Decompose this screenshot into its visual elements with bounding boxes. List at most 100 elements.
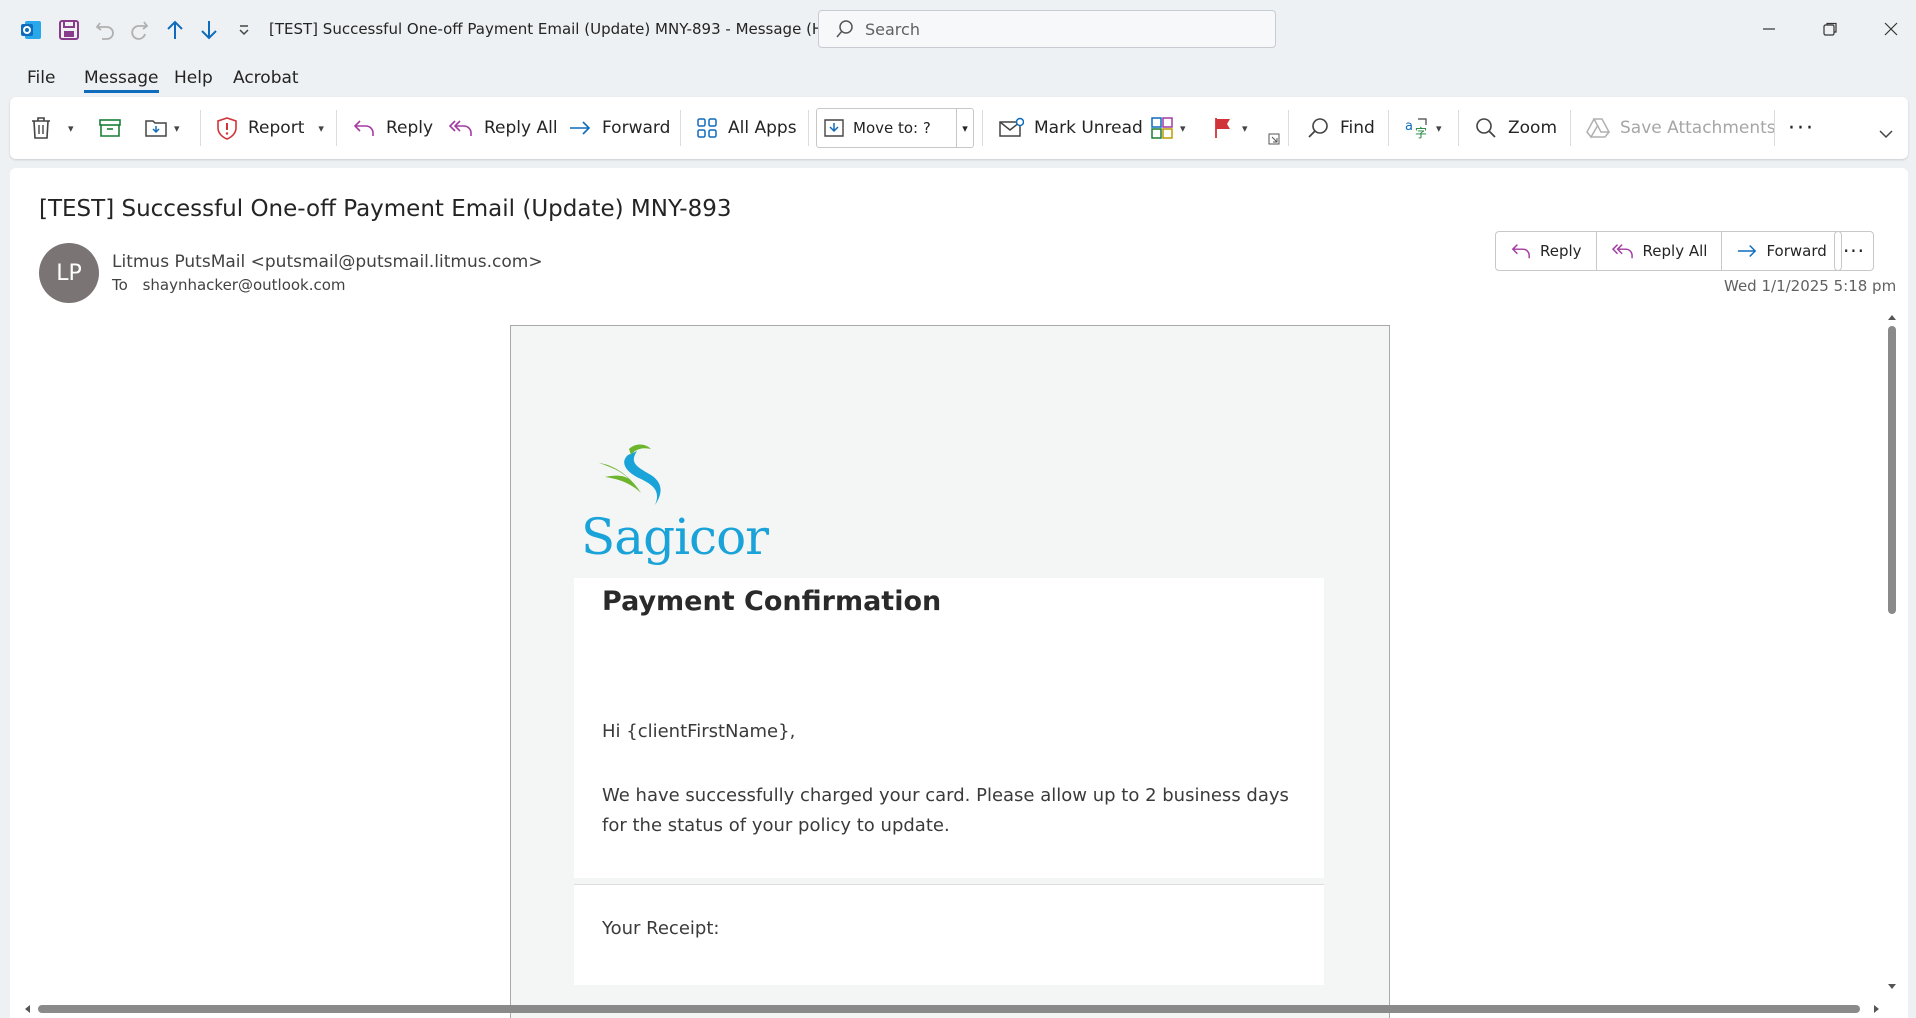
zoom-icon [1476, 118, 1496, 138]
save-icon[interactable] [56, 16, 82, 44]
close-button[interactable] [1876, 14, 1906, 44]
search-input[interactable]: Search [865, 20, 920, 39]
ribbon-separator [1570, 110, 1571, 146]
more-horizontal-icon: ··· [1842, 239, 1866, 263]
message-action-group: Reply Reply All Forward [1495, 231, 1842, 271]
move-to-folder-button[interactable]: ▾ [144, 97, 180, 159]
outlook-app-icon [18, 16, 44, 44]
svg-text:字: 字 [1415, 125, 1427, 140]
categorize-button[interactable]: ▾ [1150, 97, 1186, 159]
recipient-line: To shaynhacker@outlook.com [112, 276, 346, 294]
undo-icon[interactable] [92, 16, 118, 44]
forward-label: Forward [1766, 242, 1827, 260]
chevron-down-icon[interactable]: ▾ [1180, 122, 1186, 135]
collapse-ribbon-button[interactable] [1878, 119, 1904, 149]
next-item-icon[interactable] [196, 16, 222, 44]
move-to-icon [824, 119, 844, 137]
save-attachments-button[interactable]: Save Attachments [1586, 97, 1776, 159]
customize-toolbar-icon[interactable] [232, 16, 256, 44]
reply-all-button[interactable]: Reply All [448, 97, 558, 159]
tab-acrobat[interactable]: Acrobat [233, 68, 299, 88]
all-apps-label: All Apps [728, 118, 797, 138]
body-text: We have successfully charged your card. … [602, 785, 1289, 836]
more-options-button[interactable]: ··· [1788, 97, 1815, 159]
receipt-section-divider [574, 985, 1324, 995]
more-horizontal-icon: ··· [1788, 115, 1815, 141]
reply-all-button[interactable]: Reply All [1597, 232, 1723, 270]
all-apps-button[interactable]: All Apps [696, 97, 797, 159]
greeting-text: Hi {clientFirstName}, [602, 721, 796, 742]
ribbon-separator [200, 110, 201, 146]
forward-button[interactable]: Forward [568, 97, 670, 159]
horizontal-scrollbar[interactable] [20, 1000, 1884, 1018]
reply-button[interactable]: Reply [352, 97, 433, 159]
reply-icon [353, 120, 374, 136]
ribbon-separator [1388, 110, 1389, 146]
save-attachments-label: Save Attachments [1620, 118, 1776, 138]
move-to-label: Move to: ? [853, 119, 931, 137]
ribbon: ▾ ▾ Report ▾ Reply Reply All Forward All… [10, 97, 1908, 159]
mark-unread-label: Mark Unread [1034, 118, 1143, 138]
trash-icon [32, 117, 50, 139]
report-button[interactable]: Report ▾ [216, 97, 324, 159]
report-shield-icon [217, 117, 237, 140]
minimize-button[interactable] [1754, 14, 1784, 44]
ribbon-separator [1774, 110, 1775, 146]
vertical-scrollbar[interactable] [1884, 310, 1900, 1000]
chevron-down-icon[interactable]: ▾ [1436, 122, 1442, 135]
redo-icon[interactable] [126, 16, 152, 44]
reply-all-icon [1611, 244, 1633, 259]
receipt-card: Your Receipt: [574, 885, 1324, 995]
archive-button[interactable] [98, 97, 132, 159]
chevron-down-icon[interactable]: ▾ [318, 122, 324, 135]
tab-message[interactable]: Message [84, 68, 159, 93]
search-icon [1308, 118, 1328, 138]
reply-button[interactable]: Reply [1496, 232, 1597, 270]
forward-button[interactable]: Forward [1722, 232, 1840, 270]
forward-arrow-icon [570, 121, 591, 135]
find-label: Find [1340, 118, 1375, 138]
previous-item-icon[interactable] [162, 16, 188, 44]
recipient-address[interactable]: shaynhacker@outlook.com [143, 276, 346, 294]
translate-icon: a字 [1405, 118, 1427, 140]
zoom-button[interactable]: Zoom [1474, 97, 1557, 159]
flag-icon [1215, 118, 1230, 138]
find-button[interactable]: Find [1306, 97, 1375, 159]
to-label: To [112, 276, 128, 294]
ribbon-separator [808, 110, 809, 146]
chevron-down-icon[interactable]: ▾ [68, 122, 74, 135]
ribbon-separator [680, 110, 681, 146]
more-actions-button[interactable]: ··· [1834, 231, 1874, 271]
reply-all-label: Reply All [484, 118, 558, 138]
delete-button[interactable]: ▾ [30, 97, 74, 159]
svg-text:a: a [1405, 119, 1413, 134]
tab-file[interactable]: File [27, 68, 55, 88]
reply-all-label: Reply All [1642, 242, 1708, 260]
chevron-down-icon [1879, 130, 1893, 139]
report-label: Report [248, 118, 305, 138]
window-title: [TEST] Successful One-off Payment Email … [269, 20, 845, 38]
tags-dialog-launcher[interactable] [1268, 127, 1290, 151]
avatar[interactable]: LP [39, 243, 99, 303]
move-to-dropdown[interactable]: Move to: ? ▾ [816, 108, 974, 148]
dialog-launcher-icon [1268, 133, 1280, 145]
logo-text: Sagicor [581, 508, 769, 566]
translate-button[interactable]: a字 ▾ [1404, 97, 1442, 159]
reply-icon [1511, 244, 1530, 259]
archive-icon [99, 119, 121, 137]
email-body: Sagicor Payment Confirmation Hi {clientF… [510, 325, 1390, 1018]
chevron-down-icon[interactable]: ▾ [956, 109, 973, 147]
chevron-down-icon[interactable]: ▾ [1242, 122, 1248, 135]
follow-up-flag-button[interactable]: ▾ [1212, 97, 1248, 159]
apps-grid-icon [697, 118, 717, 138]
reply-label: Reply [1540, 242, 1582, 260]
receipt-label: Your Receipt: [602, 918, 720, 939]
envelope-icon [999, 117, 1024, 137]
search-box[interactable]: Search [818, 10, 1276, 48]
sender-name[interactable]: Litmus PutsMail <putsmail@putsmail.litmu… [112, 252, 543, 272]
tab-help[interactable]: Help [174, 68, 213, 88]
mark-unread-button[interactable]: Mark Unread [998, 97, 1143, 159]
chevron-down-icon[interactable]: ▾ [174, 122, 180, 135]
restore-button[interactable] [1815, 14, 1845, 44]
email-heading: Payment Confirmation [602, 586, 942, 617]
